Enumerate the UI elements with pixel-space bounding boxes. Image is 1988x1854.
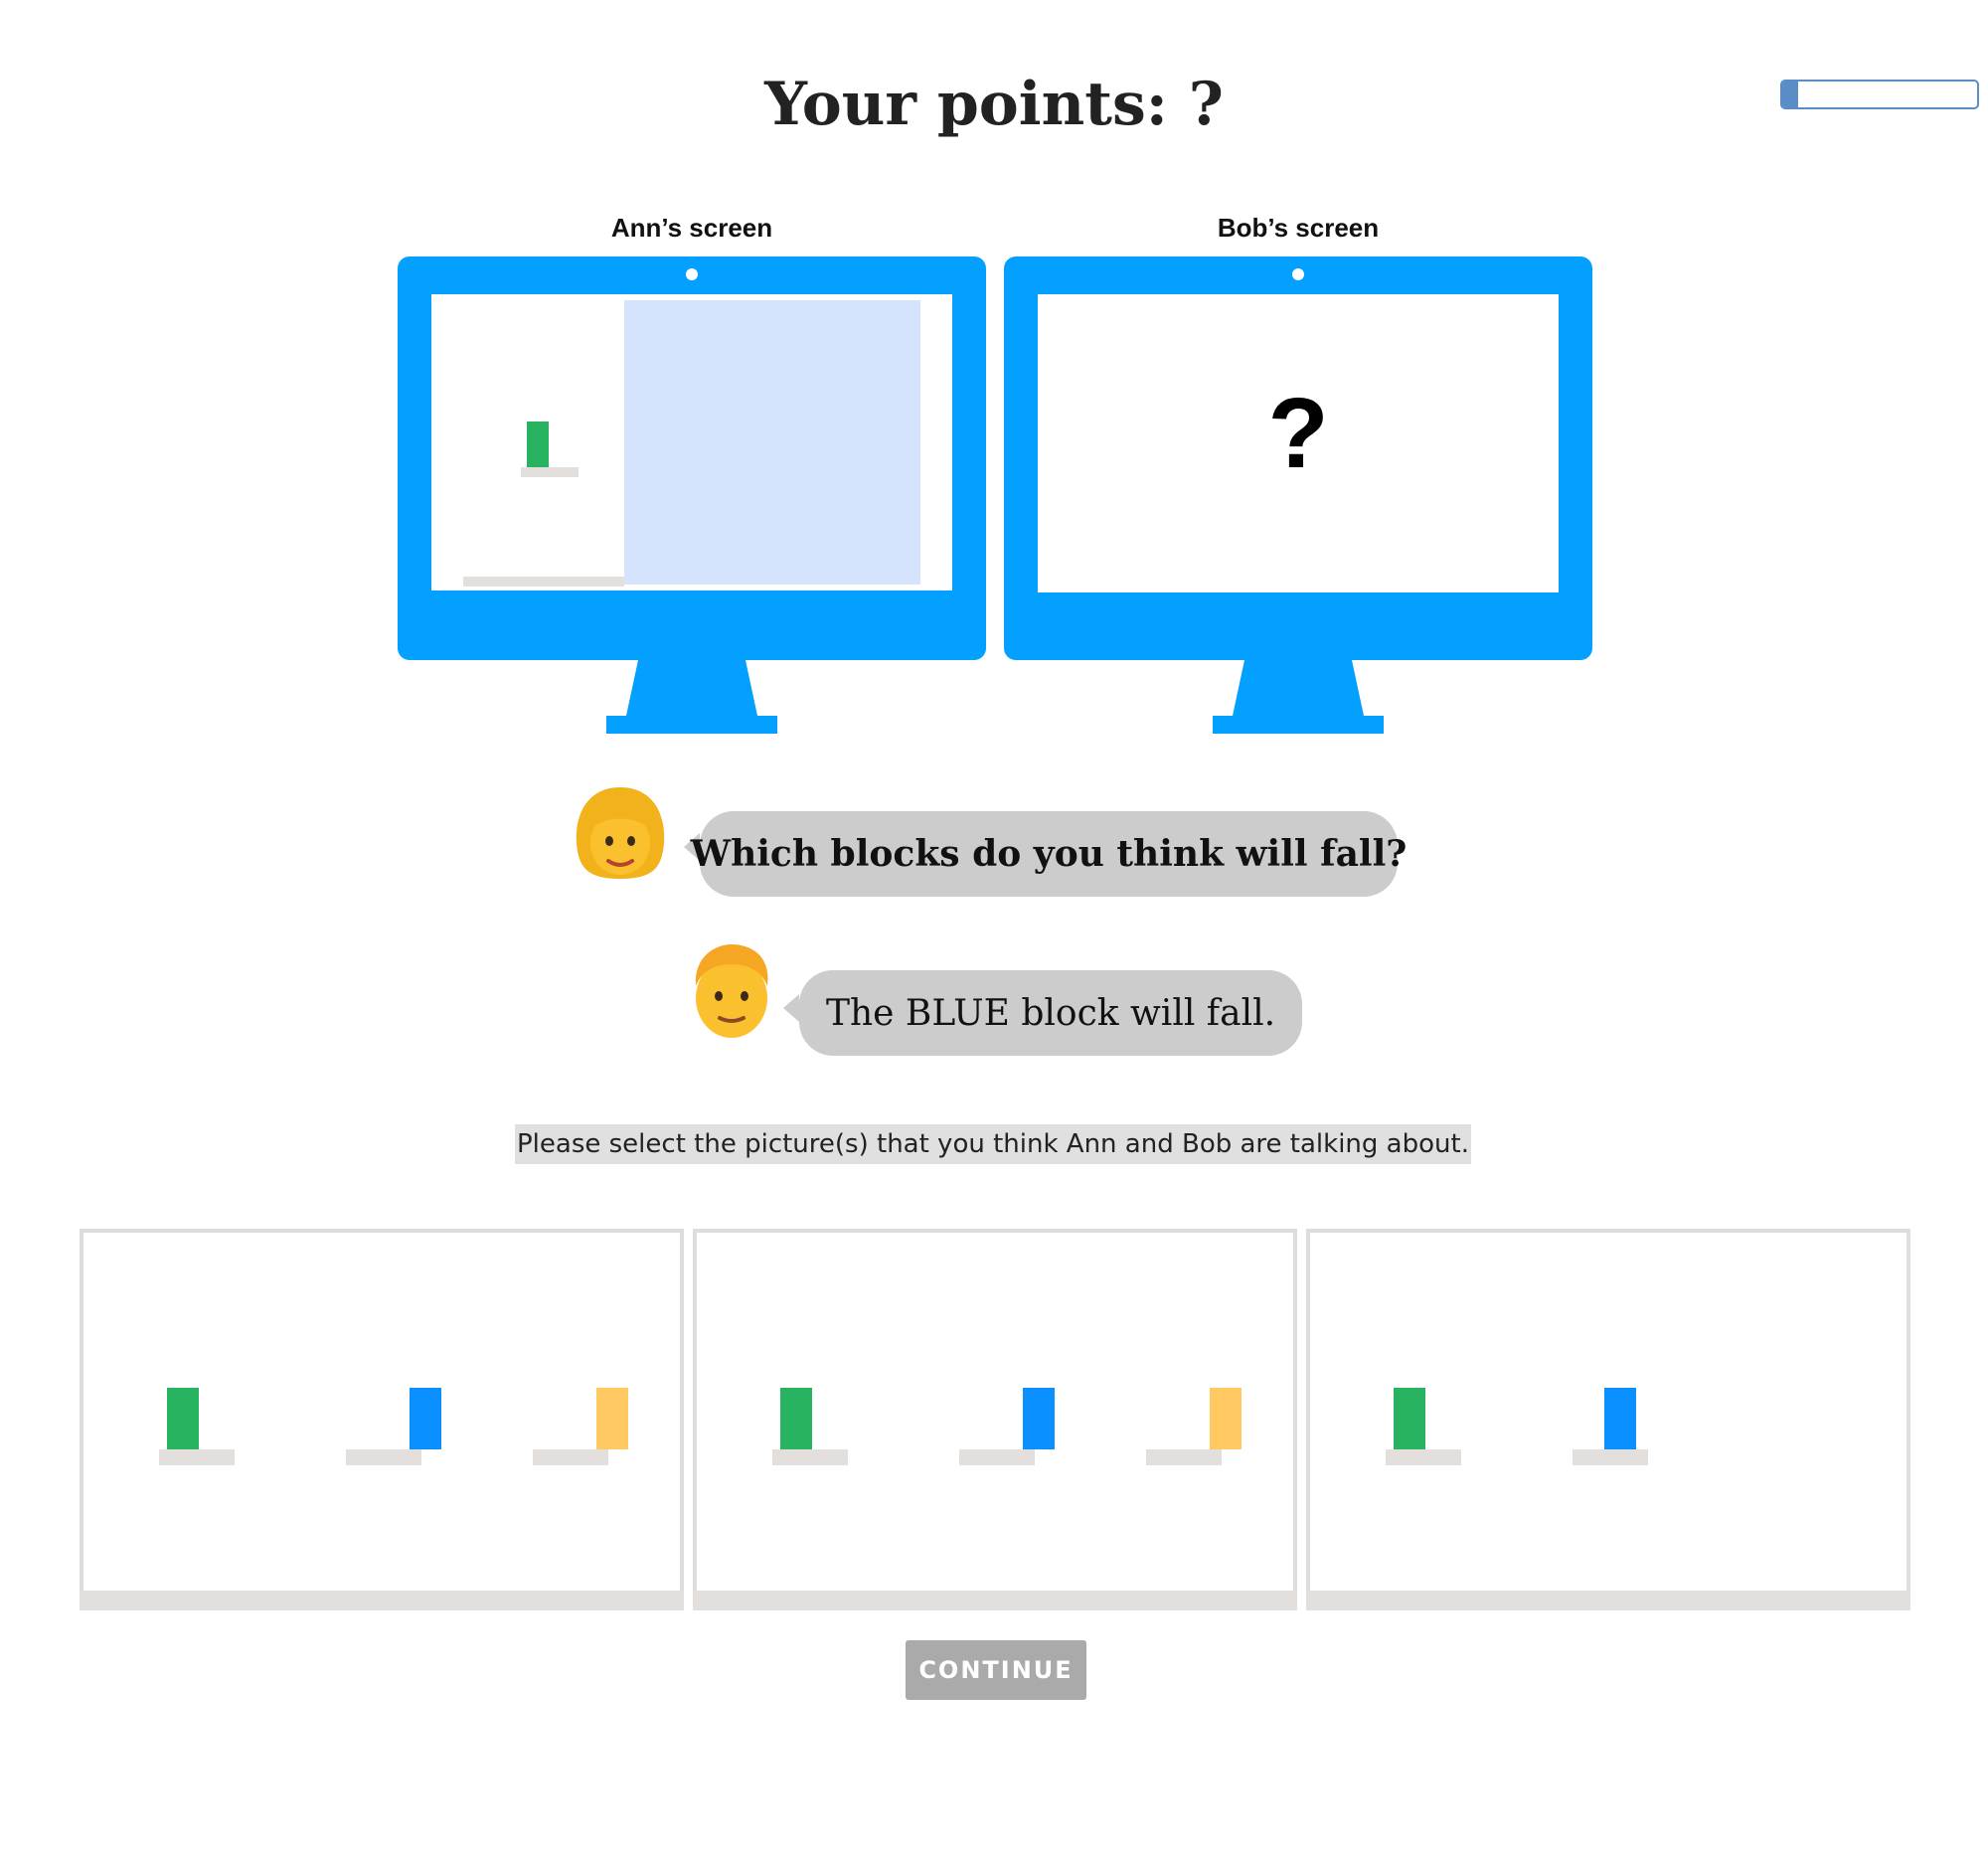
points-title: Your points: ? [764, 70, 1224, 139]
ann-display [431, 294, 952, 590]
monitor-stand [606, 660, 777, 734]
man-emoji-icon [695, 944, 768, 1038]
shelf [1573, 1449, 1648, 1465]
ann-monitor-frame [398, 256, 986, 660]
shelf [1386, 1449, 1461, 1465]
monitor-stand [1213, 660, 1384, 734]
floor [693, 1591, 1297, 1610]
bob-message: The BLUE block will fall. [688, 940, 1304, 1056]
floor-shelf [463, 577, 624, 587]
choice-picture-1[interactable] [80, 1229, 684, 1610]
progress-bar-fill [1782, 82, 1798, 107]
shelf [1146, 1449, 1222, 1465]
blue-block [1604, 1388, 1636, 1449]
shelf [346, 1449, 421, 1465]
floor [80, 1591, 684, 1610]
woman-emoji-icon [576, 787, 665, 879]
yellow-block [1210, 1388, 1242, 1449]
choice-picture-2[interactable] [693, 1229, 1297, 1610]
green-block [167, 1388, 199, 1449]
camera-dot [1292, 268, 1304, 280]
ann-message: Which blocks do you think will fall? [569, 783, 1407, 897]
blue-block [410, 1388, 441, 1449]
bob-monitor-frame: ? [1004, 256, 1592, 660]
ann-monitor [398, 256, 986, 734]
progress-bar [1780, 80, 1979, 109]
question-mark: ? [1267, 378, 1329, 489]
occluder-panel [624, 300, 920, 585]
green-block [527, 421, 549, 467]
shelf [959, 1449, 1035, 1465]
shelf [772, 1449, 848, 1465]
green-block [1394, 1388, 1425, 1449]
shelf [533, 1449, 608, 1465]
shelf [521, 467, 579, 477]
blue-block [1023, 1388, 1055, 1449]
ann-speech-bubble: Which blocks do you think will fall? [691, 811, 1407, 897]
yellow-block [596, 1388, 628, 1449]
continue-button[interactable]: CONTINUE [906, 1640, 1086, 1700]
bob-monitor: ? [1004, 256, 1592, 734]
green-block [780, 1388, 812, 1449]
bob-display: ? [1038, 294, 1559, 592]
shelf [159, 1449, 235, 1465]
bubble-tail [783, 994, 799, 1022]
bob-screen-label: Bob’s screen [1217, 213, 1380, 243]
camera-dot [686, 268, 698, 280]
ann-screen-label: Ann’s screen [610, 213, 773, 243]
instruction-text: Please select the picture(s) that you th… [515, 1124, 1471, 1164]
floor [1306, 1591, 1910, 1610]
choice-picture-3[interactable] [1306, 1229, 1910, 1610]
bob-speech-bubble: The BLUE block will fall. [799, 970, 1302, 1056]
